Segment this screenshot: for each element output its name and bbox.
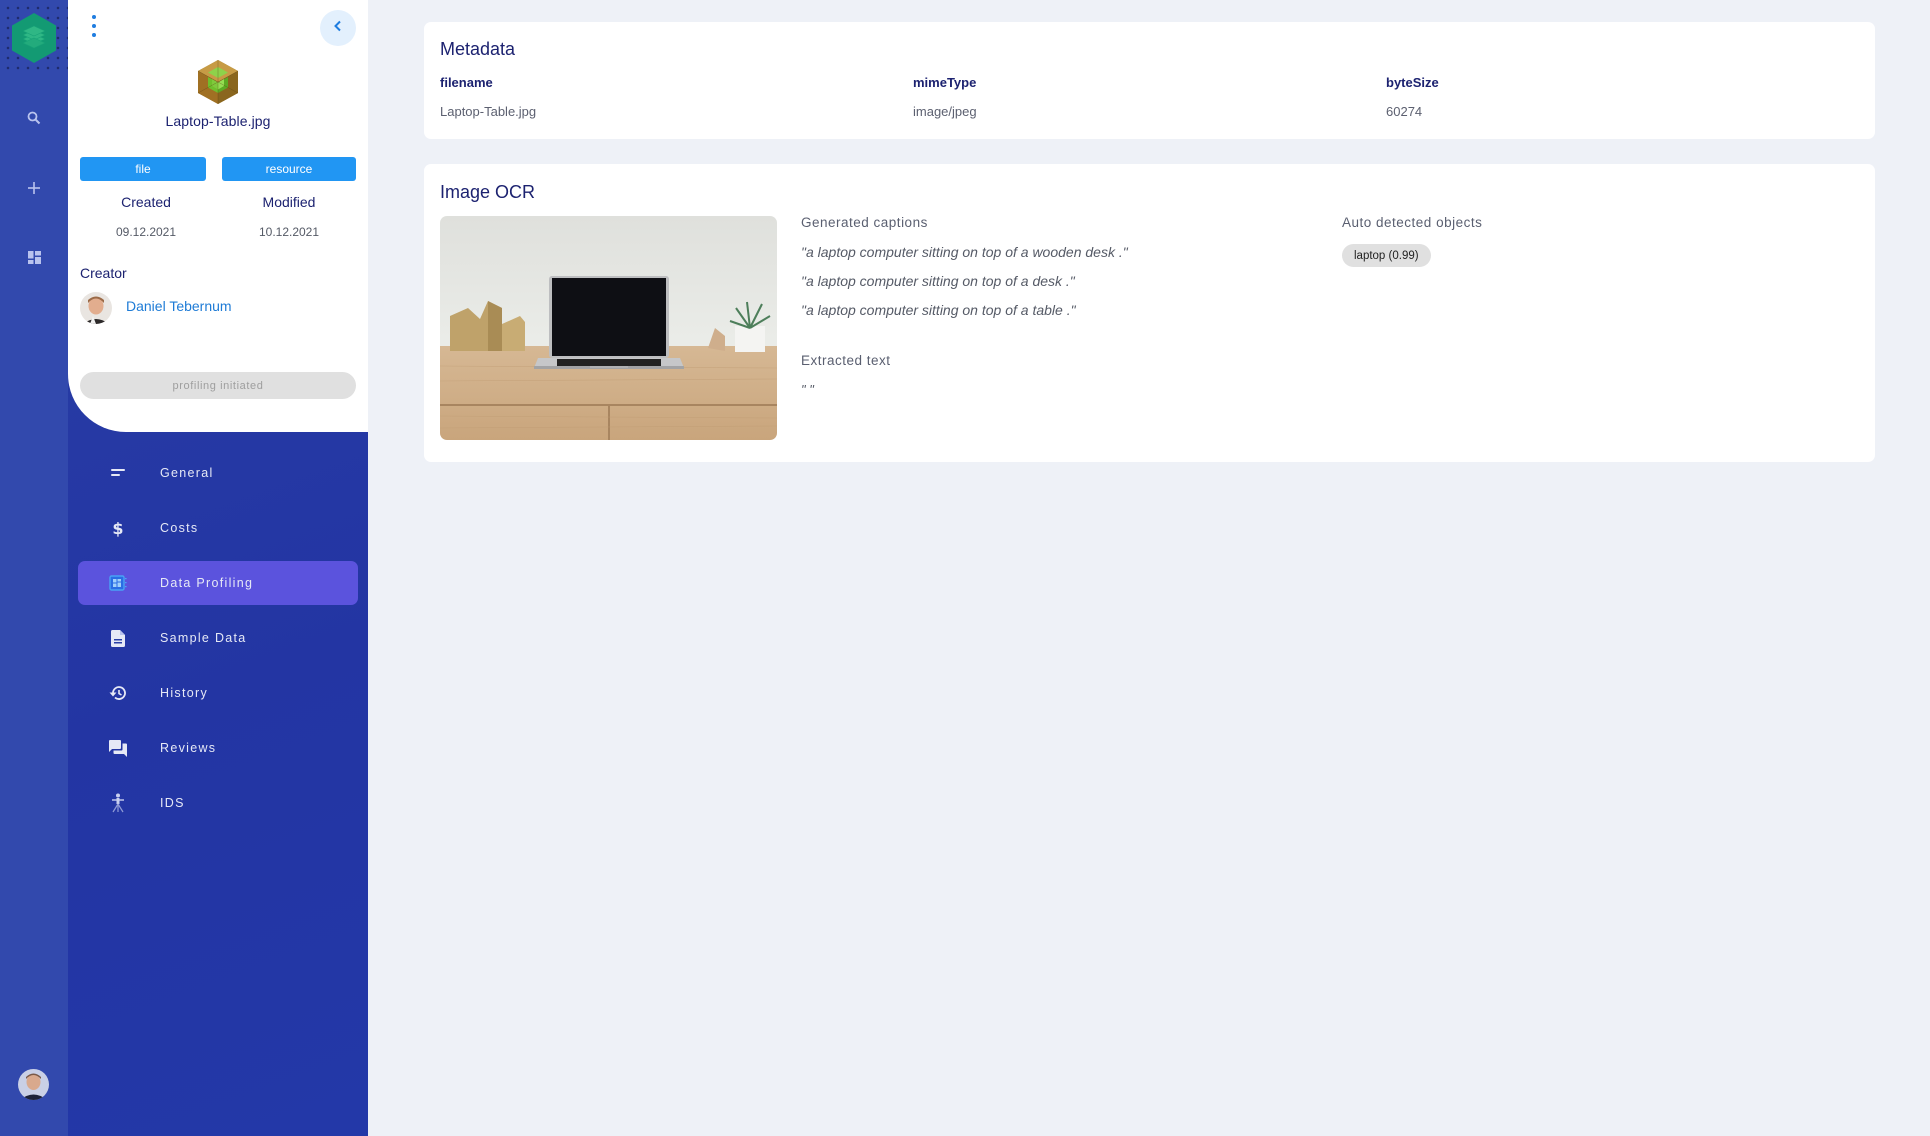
nav-item-costs[interactable]: $ Costs bbox=[78, 506, 358, 550]
nav-item-label: Data Profiling bbox=[160, 576, 254, 590]
resource-cube-icon bbox=[194, 58, 242, 106]
subject-lines-icon bbox=[108, 463, 128, 483]
rail-search-button[interactable] bbox=[14, 100, 54, 140]
dashboard-icon bbox=[27, 251, 41, 269]
rail-dashboard-button[interactable] bbox=[14, 240, 54, 280]
metadata-key-filename: filename bbox=[440, 75, 493, 90]
resource-file-name: Laptop-Table.jpg bbox=[165, 113, 271, 129]
metadata-key-bytesize: byteSize bbox=[1386, 75, 1439, 90]
collapse-panel-button[interactable] bbox=[320, 10, 356, 46]
metadata-value-filename: Laptop-Table.jpg bbox=[440, 104, 537, 119]
extracted-text-value: " " bbox=[801, 382, 814, 397]
nav-item-label: General bbox=[160, 466, 214, 480]
creator-label: Creator bbox=[80, 265, 127, 281]
metadata-title: Metadata bbox=[440, 39, 516, 59]
image-ocr-card: Image OCR Generated captions "a laptop c… bbox=[424, 164, 1875, 462]
app-logo-icon[interactable] bbox=[11, 12, 57, 64]
created-label: Created bbox=[121, 194, 171, 210]
metadata-card: Metadata filename Laptop-Table.jpg mimeT… bbox=[424, 22, 1875, 139]
kebab-dot bbox=[92, 15, 96, 19]
profiling-status-badge: profiling initiated bbox=[80, 372, 356, 399]
more-options-button[interactable] bbox=[88, 15, 100, 37]
plus-icon bbox=[28, 181, 40, 199]
ids-connector-icon bbox=[108, 793, 128, 813]
nav-item-data-profiling[interactable]: Data Profiling bbox=[78, 561, 358, 605]
nav-item-label: Sample Data bbox=[160, 631, 247, 645]
nav-item-reviews[interactable]: Reviews bbox=[78, 726, 358, 770]
modified-date: 10.12.2021 bbox=[258, 225, 320, 239]
caption-item: "a laptop computer sitting on top of a t… bbox=[801, 302, 1076, 318]
nav-item-general[interactable]: General bbox=[78, 451, 358, 495]
svg-text:$: $ bbox=[112, 519, 123, 537]
nav-item-label: History bbox=[160, 686, 208, 700]
user-avatar[interactable] bbox=[18, 1069, 49, 1100]
dollar-icon: $ bbox=[108, 518, 128, 538]
auto-detected-objects-label: Auto detected objects bbox=[1342, 215, 1483, 230]
creator-avatar[interactable] bbox=[80, 292, 112, 324]
metadata-value-bytesize: 60274 bbox=[1386, 104, 1423, 119]
history-icon bbox=[108, 683, 128, 703]
chevron-left-icon bbox=[333, 19, 343, 37]
nav-item-ids[interactable]: IDS bbox=[78, 781, 358, 825]
metadata-key-mimetype: mimeType bbox=[913, 75, 977, 90]
nav-item-label: IDS bbox=[160, 796, 185, 810]
rail-add-button[interactable] bbox=[14, 170, 54, 210]
tag-resource[interactable]: resource bbox=[222, 157, 356, 181]
nav-item-label: Costs bbox=[160, 521, 199, 535]
modified-label: Modified bbox=[262, 194, 316, 210]
chat-icon bbox=[108, 738, 128, 758]
kebab-dot bbox=[92, 24, 96, 28]
extracted-text-label: Extracted text bbox=[801, 353, 891, 368]
document-icon bbox=[108, 628, 128, 648]
ocr-preview-image bbox=[440, 216, 777, 440]
nav-item-history[interactable]: History bbox=[78, 671, 358, 715]
data-profiling-icon bbox=[108, 573, 128, 593]
detected-object-chip[interactable]: laptop (0.99) bbox=[1342, 244, 1431, 267]
image-ocr-title: Image OCR bbox=[440, 182, 536, 202]
generated-captions-label: Generated captions bbox=[801, 215, 928, 230]
app-rail bbox=[0, 0, 68, 1136]
search-icon bbox=[27, 111, 41, 130]
caption-item: "a laptop computer sitting on top of a d… bbox=[801, 273, 1075, 289]
kebab-dot bbox=[92, 33, 96, 37]
caption-item: "a laptop computer sitting on top of a w… bbox=[801, 244, 1128, 260]
creator-name-link[interactable]: Daniel Tebernum bbox=[126, 298, 232, 314]
resource-detail-panel: Laptop-Table.jpg file resource Created M… bbox=[68, 0, 368, 432]
nav-item-sample-data[interactable]: Sample Data bbox=[78, 616, 358, 660]
created-date: 09.12.2021 bbox=[115, 225, 177, 239]
metadata-value-mimetype: image/jpeg bbox=[913, 104, 977, 119]
nav-item-label: Reviews bbox=[160, 741, 217, 755]
tag-file[interactable]: file bbox=[80, 157, 206, 181]
